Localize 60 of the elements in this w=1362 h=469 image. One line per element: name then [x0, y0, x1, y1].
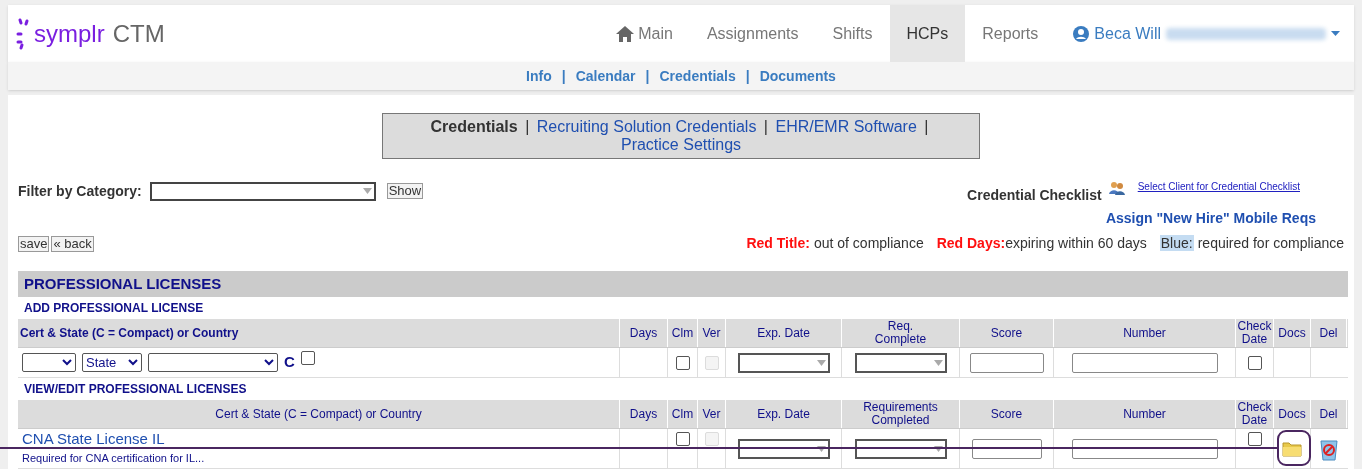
filter-label: Filter by Category:: [18, 181, 142, 201]
separator: |: [525, 118, 530, 135]
credential-tab[interactable]: EHR/EMR Software: [775, 118, 917, 135]
subsection-title: ADD PROFESSIONAL LICENSE: [23, 300, 205, 317]
credential-tab[interactable]: Practice Settings: [620, 136, 742, 153]
nav-tab[interactable]: Assignments: [689, 5, 816, 62]
separator: |: [561, 66, 566, 86]
column-header: Exp. Date: [757, 407, 810, 421]
column-header: Cert & State (C = Compact) or Country: [20, 326, 239, 340]
column-header: Clm: [671, 326, 694, 340]
compact-label: C: [284, 352, 295, 373]
column-header: Days: [629, 407, 658, 421]
app-logo[interactable]: symplr CTM: [8, 16, 165, 51]
subsection-title: VIEW/EDIT PROFESSIONAL LICENSES: [23, 381, 248, 398]
column-header: Number: [1123, 407, 1166, 421]
show-button[interactable]: Show: [386, 183, 424, 199]
column-header: Requirements Completed: [862, 401, 939, 427]
column-header: Check Date: [1236, 320, 1273, 346]
column-header: Docs: [1278, 407, 1306, 421]
column-header: Clm: [671, 407, 694, 421]
column-header: Check Date: [1236, 401, 1273, 427]
user-menu[interactable]: Beca Will: [1055, 5, 1354, 62]
license-note: Required for CNA certification for IL...: [22, 452, 205, 465]
legend-item: Red Days:expiring within 60 days: [936, 234, 1147, 253]
column-header: Req. Complete: [873, 320, 928, 346]
nav-tab[interactable]: Reports: [965, 5, 1056, 62]
legend-item: Blue: required for compliance: [1159, 234, 1344, 253]
separator: |: [745, 66, 750, 86]
column-header: Ver: [702, 407, 721, 421]
subnav-link[interactable]: Info: [526, 65, 552, 87]
nav-tab[interactable]: Main: [599, 5, 690, 62]
action-button[interactable]: save: [18, 235, 50, 252]
column-header: Cert & State (C = Compact) or Country: [215, 407, 422, 421]
column-header: Ver: [702, 326, 721, 340]
select-field[interactable]: State: [82, 353, 142, 372]
credential-tab[interactable]: Recruiting Solution Credentials: [536, 118, 757, 135]
subnav-link[interactable]: Credentials: [659, 65, 736, 87]
column-header: Number: [1123, 326, 1166, 340]
license-name-link[interactable]: CNA State License IL: [22, 431, 165, 447]
nav-tab[interactable]: Shifts: [815, 5, 890, 62]
column-header: Score: [990, 326, 1023, 340]
separator: |: [763, 118, 768, 135]
separator: |: [924, 118, 929, 135]
action-button[interactable]: « back: [51, 235, 94, 252]
column-header: Score: [990, 407, 1023, 421]
subnav-link[interactable]: Documents: [759, 65, 836, 87]
column-header: Del: [1319, 407, 1338, 421]
nav-tab[interactable]: HCPs: [889, 5, 966, 62]
credential-tab[interactable]: Credentials: [430, 118, 518, 135]
separator: |: [645, 66, 650, 86]
assign-link[interactable]: Assign "New Hire" Mobile Reqs: [1105, 208, 1316, 229]
legend-item: Red Title: out of compliance: [746, 234, 924, 253]
checklist-title: Credential Checklist: [967, 186, 1102, 205]
column-header: Days: [629, 326, 658, 340]
subnav-link[interactable]: Calendar: [575, 65, 636, 87]
column-header: Docs: [1278, 326, 1306, 340]
select-client-link[interactable]: Select Client for Credential Checklist: [1137, 179, 1300, 194]
section-title: PROFESSIONAL LICENSES: [18, 271, 1348, 297]
column-header: Del: [1319, 326, 1338, 340]
column-header: Exp. Date: [757, 326, 810, 340]
